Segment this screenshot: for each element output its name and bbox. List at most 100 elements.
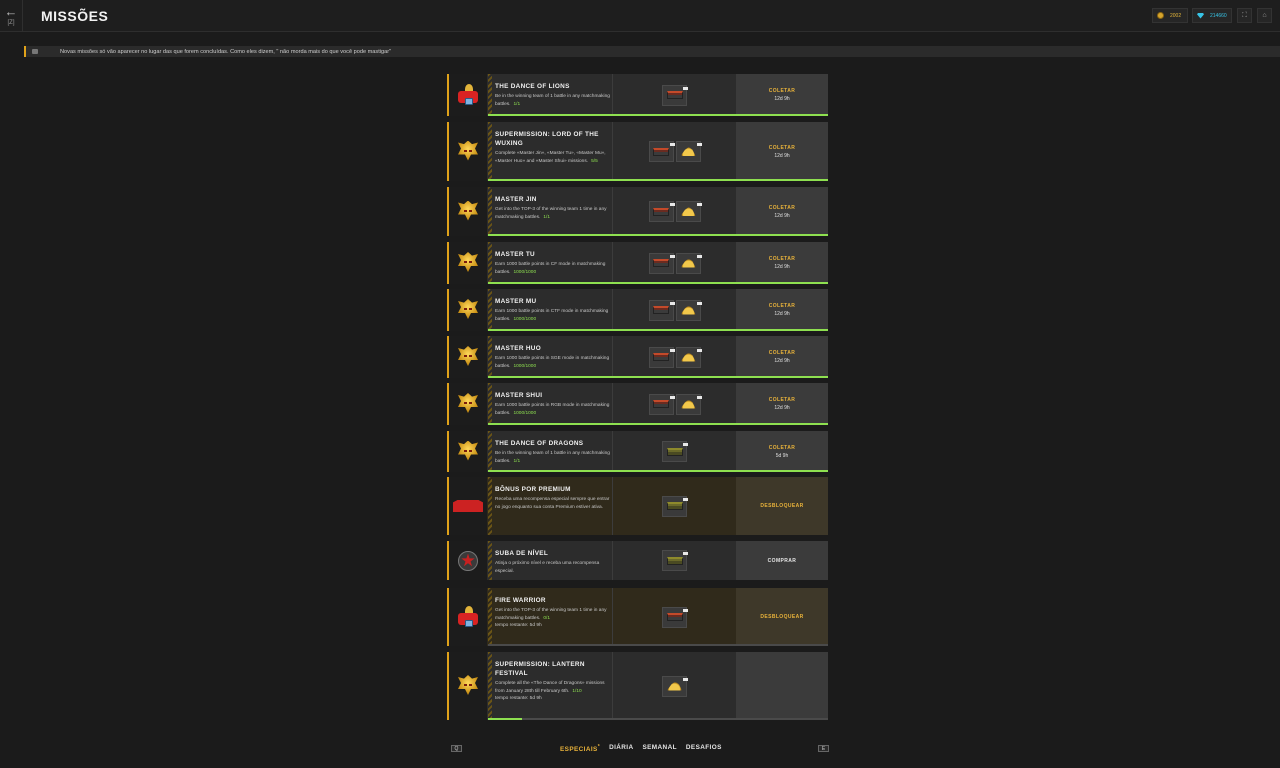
tab-label: DESAFIOS	[685, 744, 722, 751]
mission-info: BÔNUS POR PREMIUM Receba uma recompensa e…	[495, 485, 611, 511]
gold-counter[interactable]: 2002	[1152, 8, 1188, 23]
back-button[interactable]: ← [Z]	[0, 0, 23, 32]
gem-counter[interactable]: 214660	[1192, 8, 1232, 23]
progress-fill	[488, 329, 828, 331]
reward-item[interactable]	[675, 393, 702, 415]
action-label: COLETAR	[768, 303, 796, 309]
mission-action-button[interactable]: COMPRAR	[736, 541, 828, 580]
reward-item[interactable]	[675, 201, 702, 222]
reward-item[interactable]	[648, 201, 675, 222]
reward-item[interactable]	[675, 299, 702, 321]
progress-fill	[488, 470, 828, 472]
action-time: 12d 9h	[774, 152, 790, 159]
progress-fill	[488, 114, 828, 116]
exit-button[interactable]: ⌂	[1257, 8, 1272, 23]
mission-action-button[interactable]: COLETAR 12d 9h	[736, 74, 828, 116]
action-time: 12d 9h	[774, 311, 790, 317]
mission-progress-text: 1/10	[572, 688, 582, 694]
mission-action-button[interactable]: COLETAR 12d 9h	[736, 122, 828, 181]
reward-count-badge	[683, 86, 688, 90]
exit-icon: ⌂	[1262, 12, 1267, 19]
mission-desc-text: Atinja o próximo nível e receba uma reco…	[495, 561, 600, 574]
mission-title: BÔNUS POR PREMIUM	[495, 486, 571, 493]
mission-action-button[interactable]: COLETAR 12d 9h	[736, 289, 828, 331]
mission-title: FIRE WARRIOR	[495, 597, 546, 604]
dragon-eye	[464, 355, 467, 357]
mission-description: Earn 1000 battle points in CF mode in ma…	[495, 261, 611, 276]
reward-item[interactable]	[662, 675, 688, 697]
reward-count-badge	[696, 203, 702, 206]
premium-icon	[453, 500, 483, 512]
dragon-eye	[464, 308, 467, 310]
reward-item[interactable]	[662, 495, 688, 517]
top-bar: ← [Z] MISSÕES 2002 214660 ⛶ ⌂	[0, 0, 1280, 32]
mission-description: Get into the TOP-3 of the winning team 1…	[495, 607, 611, 622]
mission-desc-text: Receba uma recompensa especial sempre qu…	[495, 497, 610, 510]
mission-desc-text: Get into the TOP-3 of the winning team 1…	[495, 207, 607, 220]
mission-icon-cell	[447, 431, 487, 472]
reward-item[interactable]	[675, 252, 702, 274]
tab-especiais[interactable]: ESPECIAIS*	[560, 744, 600, 753]
reward-item[interactable]	[662, 606, 688, 628]
fullscreen-button[interactable]: ⛶	[1237, 8, 1252, 23]
gold-amount: 2002	[1170, 12, 1182, 19]
lion-lock-icon	[455, 82, 481, 108]
action-time: 12d 9h	[774, 405, 790, 411]
dragon-head	[458, 675, 478, 695]
next-tab-button[interactable]: E	[818, 745, 829, 752]
mission-progress-bar	[488, 234, 828, 236]
mission-stripe	[488, 431, 492, 472]
dragon-icon	[455, 248, 481, 278]
mission-action-button[interactable]: COLETAR 5d 9h	[736, 431, 828, 472]
mission-icon-cell	[447, 122, 487, 181]
dragon-eye	[464, 209, 467, 212]
reward-item[interactable]	[648, 252, 675, 274]
mission-row: MASTER TU Earn 1000 battle points in CF m…	[447, 242, 828, 284]
mission-progress-text: 1000/1000	[513, 410, 537, 416]
action-label: COLETAR	[768, 88, 796, 94]
reward-item[interactable]	[662, 84, 688, 106]
mission-action-button[interactable]: DESBLOQUEAR	[736, 588, 828, 646]
dragon-eye	[464, 402, 467, 404]
reward-item[interactable]	[648, 299, 675, 321]
reward-item[interactable]	[662, 550, 688, 571]
prev-key-hint: Q	[454, 745, 459, 752]
mission-rewards	[613, 383, 736, 425]
page-title: MISSÕES	[41, 8, 109, 24]
gold-reward-icon	[680, 207, 696, 216]
mission-action-button[interactable]: COLETAR 12d 9h	[736, 383, 828, 425]
mission-icon-cell	[447, 652, 487, 720]
tab-desafios[interactable]: DESAFIOS	[686, 744, 722, 753]
mission-action-button[interactable]: COLETAR 12d 9h	[736, 242, 828, 284]
mission-icon-cell	[447, 336, 487, 378]
action-time: 12d 9h	[774, 212, 790, 219]
mission-action-button[interactable]: COLETAR 12d 9h	[736, 187, 828, 236]
reward-count-badge	[669, 254, 675, 258]
mission-action-button[interactable]: DESBLOQUEAR	[736, 477, 828, 535]
mission-description: Atinja o próximo nível e receba uma reco…	[495, 560, 611, 575]
dragon-eye	[464, 449, 467, 452]
reward-item[interactable]	[675, 141, 702, 162]
tab-diária[interactable]: DIÁRIA	[609, 744, 633, 753]
prev-tab-button[interactable]: Q	[451, 745, 462, 752]
mission-action-button[interactable]: COLETAR 12d 9h	[736, 336, 828, 378]
tab-label: DIÁRIA	[609, 744, 634, 751]
reward-item[interactable]	[648, 346, 675, 368]
gem-icon	[1197, 12, 1204, 19]
rank-star-icon	[456, 549, 480, 573]
container-reward-icon	[666, 91, 683, 99]
dragon-eye	[469, 149, 472, 152]
mission-stripe	[488, 74, 492, 116]
reward-item[interactable]	[648, 141, 675, 162]
tab-semanal[interactable]: SEMANAL	[642, 744, 676, 753]
reward-count-badge	[669, 348, 675, 352]
reward-item[interactable]	[648, 393, 675, 415]
mission-stripe	[488, 383, 492, 425]
mission-stripe	[488, 541, 492, 580]
mission-row: FIRE WARRIOR Get into the TOP-3 of the wi…	[447, 588, 828, 646]
reward-item[interactable]	[675, 346, 702, 368]
mission-desc-text: Earn 1000 battle points in CTF mode in m…	[495, 309, 609, 322]
mission-progress-text: 1/1	[513, 458, 521, 464]
reward-item[interactable]	[662, 441, 688, 462]
dragon-head	[458, 440, 478, 461]
